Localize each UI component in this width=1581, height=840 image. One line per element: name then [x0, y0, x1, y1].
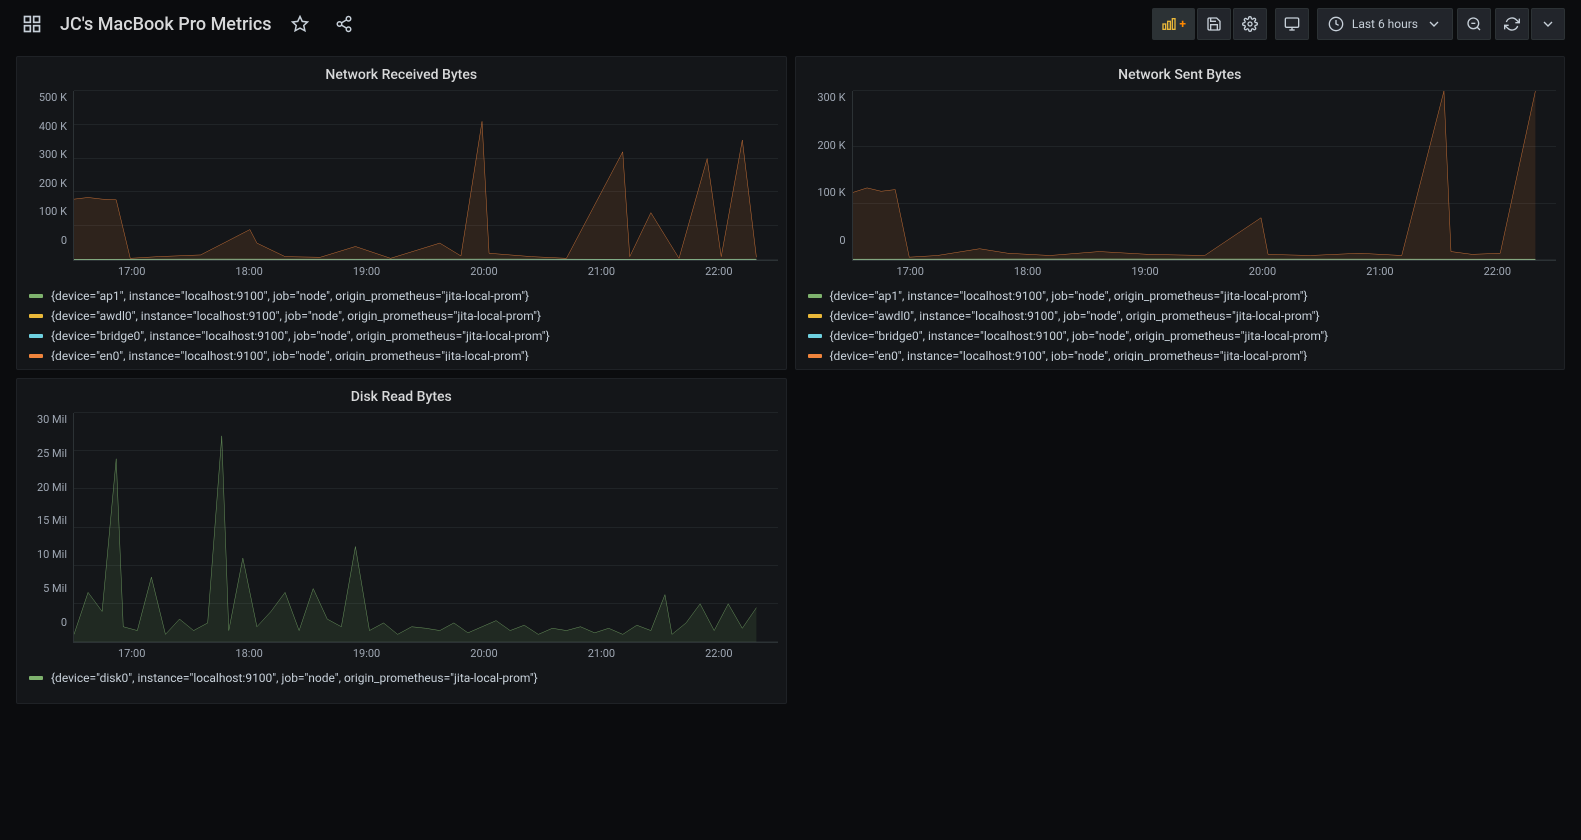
time-range-label: Last 6 hours [1352, 17, 1418, 31]
panel-title: Network Received Bytes [25, 63, 778, 91]
plot[interactable] [73, 91, 778, 261]
plot-svg [853, 91, 1557, 260]
legend-label: {device="en0", instance="localhost:9100"… [51, 346, 529, 361]
chart-area: 30 Mil25 Mil20 Mil15 Mil10 Mil5 Mil0 [25, 413, 778, 643]
refresh-button[interactable] [1495, 8, 1529, 40]
refresh-interval-button[interactable] [1531, 8, 1565, 40]
legend-item[interactable]: {device="en0", instance="localhost:9100"… [29, 346, 774, 361]
settings-button[interactable] [1233, 8, 1267, 40]
legend-swatch [29, 334, 43, 338]
legend-swatch [808, 354, 822, 358]
chart-area: 300 K200 K100 K0 [804, 91, 1557, 261]
legend-item[interactable]: {device="ap1", instance="localhost:9100"… [29, 286, 774, 306]
legend-item[interactable]: {device="ap1", instance="localhost:9100"… [808, 286, 1553, 306]
save-button[interactable] [1197, 8, 1231, 40]
legend-label: {device="awdl0", instance="localhost:910… [830, 306, 1320, 326]
legend-swatch [29, 676, 43, 680]
legend-swatch [808, 314, 822, 318]
panel-title: Network Sent Bytes [804, 63, 1557, 91]
topbar-right: + Last 6 hours [1152, 8, 1565, 40]
panel-title: Disk Read Bytes [25, 385, 778, 413]
x-axis: 17:0018:0019:0020:0021:0022:00 [804, 261, 1557, 278]
dashboard-grid: Network Received Bytes 500 K400 K300 K20… [0, 48, 1581, 712]
chevron-down-icon [1426, 16, 1442, 32]
legend: {device="disk0", instance="localhost:910… [29, 668, 774, 688]
plot-svg [74, 91, 778, 260]
y-axis: 30 Mil25 Mil20 Mil15 Mil10 Mil5 Mil0 [25, 413, 73, 643]
share-icon[interactable] [328, 8, 360, 40]
plot[interactable] [852, 91, 1557, 261]
legend-swatch [29, 294, 43, 298]
x-axis: 17:0018:0019:0020:0021:0022:00 [25, 643, 778, 660]
legend-item[interactable]: {device="bridge0", instance="localhost:9… [808, 326, 1553, 346]
legend-label: {device="en0", instance="localhost:9100"… [830, 346, 1308, 361]
tv-mode-button[interactable] [1275, 8, 1309, 40]
legend-item[interactable]: {device="bridge0", instance="localhost:9… [29, 326, 774, 346]
legend-label: {device="ap1", instance="localhost:9100"… [51, 286, 529, 306]
legend-swatch [808, 334, 822, 338]
plot-svg [74, 413, 778, 642]
panel-network-sent[interactable]: Network Sent Bytes 300 K200 K100 K0 17:0… [795, 56, 1566, 370]
legend-swatch [29, 314, 43, 318]
legend-label: {device="disk0", instance="localhost:910… [51, 668, 538, 688]
topbar: JC's MacBook Pro Metrics + Last 6 hour [0, 0, 1581, 48]
panel-disk-read[interactable]: Disk Read Bytes 30 Mil25 Mil20 Mil15 Mil… [16, 378, 787, 704]
dashboard-title: JC's MacBook Pro Metrics [60, 14, 272, 35]
legend-item[interactable]: {device="disk0", instance="localhost:910… [29, 668, 774, 688]
zoom-out-button[interactable] [1457, 8, 1491, 40]
topbar-left: JC's MacBook Pro Metrics [16, 8, 360, 40]
time-range-picker[interactable]: Last 6 hours [1317, 8, 1453, 40]
legend: {device="ap1", instance="localhost:9100"… [808, 286, 1553, 361]
legend-item[interactable]: {device="awdl0", instance="localhost:910… [29, 306, 774, 326]
legend-label: {device="bridge0", instance="localhost:9… [830, 326, 1329, 346]
chevron-down-icon [1540, 16, 1556, 32]
add-panel-button[interactable]: + [1152, 8, 1195, 40]
y-axis: 500 K400 K300 K200 K100 K0 [25, 91, 73, 261]
legend-label: {device="bridge0", instance="localhost:9… [51, 326, 550, 346]
panel-network-received[interactable]: Network Received Bytes 500 K400 K300 K20… [16, 56, 787, 370]
legend-label: {device="ap1", instance="localhost:9100"… [830, 286, 1308, 306]
star-icon[interactable] [284, 8, 316, 40]
y-axis: 300 K200 K100 K0 [804, 91, 852, 261]
legend: {device="ap1", instance="localhost:9100"… [29, 286, 774, 361]
legend-swatch [29, 354, 43, 358]
legend-item[interactable]: {device="awdl0", instance="localhost:910… [808, 306, 1553, 326]
legend-label: {device="awdl0", instance="localhost:910… [51, 306, 541, 326]
chart-area: 500 K400 K300 K200 K100 K0 [25, 91, 778, 261]
legend-item[interactable]: {device="en0", instance="localhost:9100"… [808, 346, 1553, 361]
x-axis: 17:0018:0019:0020:0021:0022:00 [25, 261, 778, 278]
plot[interactable] [73, 413, 778, 643]
dashboard-grid-icon[interactable] [16, 8, 48, 40]
legend-swatch [808, 294, 822, 298]
